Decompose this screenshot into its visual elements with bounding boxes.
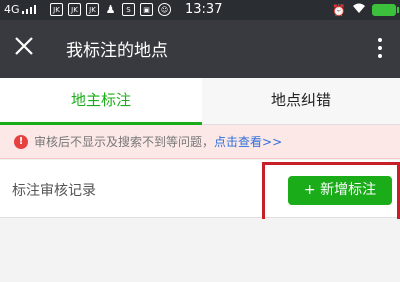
notification-icon: JK — [86, 3, 99, 16]
tab-bar: 地主标注 地点纠错 — [0, 78, 400, 125]
warning-icon: ! — [14, 134, 28, 149]
penguin-icon: ♟ — [105, 3, 116, 16]
battery-icon — [372, 4, 399, 16]
page-title: 我标注的地点 — [66, 41, 168, 61]
close-icon[interactable] — [12, 34, 36, 58]
notice-text: 审核后不显示及搜索不到等问题， — [34, 135, 215, 149]
network-type: 4G — [4, 3, 20, 16]
notification-icon: JK — [50, 3, 63, 16]
image-icon: ▣ — [140, 3, 153, 16]
notification-icons: JK JK JK ♟ S ▣ ☺ — [50, 3, 171, 16]
status-right: ⏰ — [332, 3, 399, 17]
wifi-icon — [352, 3, 366, 17]
notice-link[interactable]: 点击查看>> — [214, 135, 282, 149]
record-label: 标注审核记录 — [12, 183, 96, 199]
title-bar: 我标注的地点 — [0, 20, 400, 78]
tab-place-correction[interactable]: 地点纠错 — [202, 78, 400, 124]
notice-banner: ! 审核后不显示及搜索不到等问题，点击查看>> — [0, 125, 400, 159]
clock: 13:37 — [185, 2, 223, 17]
signal-icon — [22, 5, 36, 14]
more-vertical-icon[interactable] — [378, 38, 384, 58]
chat-icon: ☺ — [158, 3, 171, 16]
empty-area — [0, 219, 400, 282]
notification-icon: JK — [68, 3, 81, 16]
notification-icon: S — [122, 3, 135, 16]
tab-owner-mark[interactable]: 地主标注 — [0, 78, 202, 125]
status-bar: 4G JK JK JK ♟ S ▣ ☺ 13:37 ⏰ — [0, 0, 400, 20]
alarm-icon: ⏰ — [332, 3, 346, 17]
